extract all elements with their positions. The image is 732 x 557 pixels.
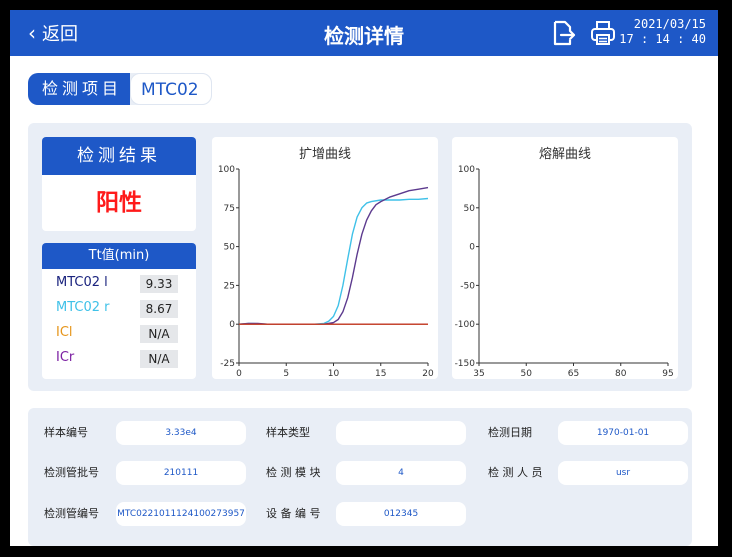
amplification-plot: 1007550250-250 5 10 15 20 [218, 165, 434, 379]
test-date-label: 检测日期 [488, 426, 532, 439]
x-tick-label: 50 [521, 369, 533, 379]
tube-batch-field: 210111 [116, 461, 246, 485]
tt-value: 8.67 [140, 300, 178, 318]
time-text: 17 : 14 : 40 [619, 32, 706, 46]
x-tick-label: 65 [568, 369, 579, 379]
operator-field: usr [558, 461, 688, 485]
sample-no-field: 3.33e4 [116, 421, 246, 445]
device-no-field: 012345 [336, 502, 466, 526]
result-card: 检测结果 阳性 [42, 137, 196, 231]
y-tick-label: 75 [224, 204, 235, 214]
x-tick-label: 10 [328, 369, 340, 379]
y-tick-label: 50 [224, 243, 236, 253]
y-tick-label: 100 [458, 165, 475, 175]
test-item-chip: 检测项目 MTC02 [28, 73, 212, 105]
y-tick-label: 0 [229, 320, 235, 330]
x-tick-label: 95 [662, 369, 673, 379]
test-date-field: 1970-01-01 [558, 421, 688, 445]
tt-row: ICr N/A [56, 348, 190, 368]
x-tick-label: 5 [283, 369, 289, 379]
result-value: 阳性 [96, 190, 142, 216]
amplification-chart: 扩增曲线 100 75 50 25 0 -25 0 5 10 15 20 [212, 137, 438, 379]
operator-label: 检 测 人 员 [488, 466, 543, 479]
tube-no-label: 检测管编号 [44, 507, 99, 520]
tt-row: MTC02 l 9.33 [56, 273, 190, 293]
melting-chart: 熔解曲线 100 50 0 -50 -100 -150 35 50 65 80 95 [452, 137, 678, 379]
series-line [238, 186, 429, 325]
datetime-display: 2021/03/15 17 : 14 : 40 [619, 17, 706, 47]
module-label: 检 测 模 块 [266, 466, 321, 479]
tt-value: 9.33 [140, 275, 178, 293]
tube-batch-label: 检测管批号 [44, 466, 99, 479]
y-tick-label: -150 [455, 359, 476, 369]
result-panel: 检测结果 阳性 Tt值(min) MTC02 l 9.33 MTC02 r 8.… [28, 123, 692, 391]
x-tick-label: 0 [236, 369, 242, 379]
x-tick-label: 35 [473, 369, 484, 379]
export-icon[interactable] [550, 19, 576, 47]
y-tick-label: 0 [469, 243, 475, 253]
x-tick-label: 80 [615, 369, 627, 379]
y-tick-label: -50 [460, 281, 475, 291]
screen: ‹ 返回 检测详情 2021/03/15 17: 14: 40 检测项目 M… [10, 10, 718, 546]
print-icon[interactable] [590, 19, 616, 47]
device-no-label: 设 备 编 号 [266, 507, 321, 520]
y-tick-label: 100 [218, 165, 235, 175]
tt-row: ICl N/A [56, 323, 190, 343]
test-item-label: 检测项目 [28, 73, 131, 105]
x-tick-label: 20 [422, 369, 434, 379]
y-tick-label: 50 [464, 204, 476, 214]
tt-name: ICl [56, 325, 73, 340]
test-item-value: MTC02 [130, 73, 212, 105]
sample-type-field [336, 421, 466, 445]
y-tick-label: -100 [455, 320, 476, 330]
y-tick-label: 25 [224, 281, 235, 291]
tt-header: Tt值(min) [42, 243, 196, 269]
sample-info-panel: 样本编号 3.33e4 样本类型 检测日期 1970-01-01 检测管批号 2… [28, 408, 692, 546]
tt-card: Tt值(min) MTC02 l 9.33 MTC02 r 8.67 ICl N… [42, 243, 196, 379]
tt-value: N/A [140, 325, 178, 343]
tt-value: N/A [140, 350, 178, 368]
x-tick-label: 15 [375, 369, 386, 379]
sample-type-label: 样本类型 [266, 426, 310, 439]
tt-row: MTC02 r 8.67 [56, 298, 190, 318]
result-header: 检测结果 [42, 137, 196, 175]
series-line [238, 197, 429, 325]
module-field: 4 [336, 461, 466, 485]
y-tick-label: -25 [220, 359, 235, 369]
tt-name: ICr [56, 350, 75, 365]
tt-name: MTC02 l [56, 275, 108, 290]
sample-no-label: 样本编号 [44, 426, 88, 439]
tube-no-field: MTC0221011124100273957 [116, 502, 246, 526]
tt-name: MTC02 r [56, 300, 110, 315]
date-text: 2021/03/15 [633, 17, 706, 31]
device-frame: ‹ 返回 检测详情 2021/03/15 17: 14: 40 检测项目 M… [0, 0, 732, 557]
top-bar: ‹ 返回 检测详情 2021/03/15 17: 14: 40 [10, 10, 718, 56]
melting-plot: 100 50 0 -50 -100 -15035 50 65 80 95 [455, 165, 674, 379]
